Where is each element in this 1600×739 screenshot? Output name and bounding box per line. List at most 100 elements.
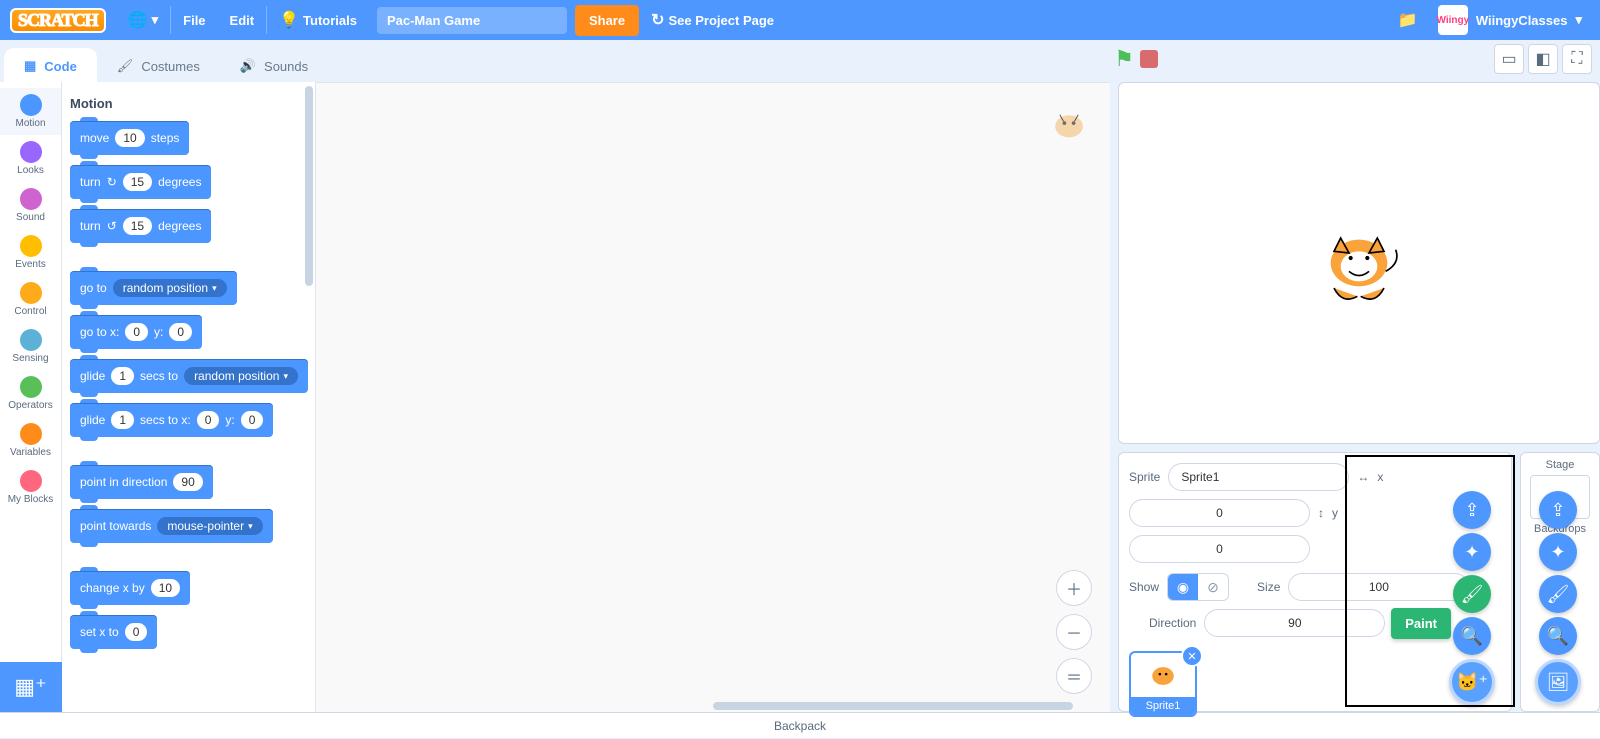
sprite-watermark — [1046, 101, 1092, 147]
account-menu[interactable]: Wiingy WiingyClasses ▾ — [1430, 5, 1590, 35]
main-area: Motion Looks Sound Events ControlSensing Oper… — [0, 82, 1600, 712]
tab-sounds-label: Sounds — [264, 59, 308, 74]
share-button[interactable]: Share — [575, 5, 639, 36]
paint-sprite[interactable]: 🖌 — [1453, 575, 1491, 613]
category-my-blocks[interactable]: My Blocks — [0, 464, 61, 511]
block-glide-to[interactable]: glide1secs torandom position — [70, 359, 308, 393]
sprite-x-input[interactable] — [1129, 499, 1310, 527]
sprite-name-input[interactable] — [1168, 463, 1349, 491]
palette-category-header: Motion — [70, 96, 315, 111]
stage-small[interactable]: ▭ — [1494, 44, 1524, 74]
category-looks[interactable]: Looks — [0, 135, 61, 182]
image-icon: 🖼 — [1547, 672, 1570, 693]
block-point-direction[interactable]: point in direction90 — [70, 465, 213, 499]
upload-backdrop[interactable]: ⇪ — [1539, 491, 1577, 529]
upload-icon: ⇪ — [1550, 500, 1565, 521]
stop-button[interactable] — [1140, 50, 1158, 68]
category-variables[interactable]: Variables — [0, 417, 61, 464]
block-turn-ccw[interactable]: turn↺15degrees — [70, 209, 211, 243]
paint-icon: 🖌 — [1547, 584, 1570, 605]
stage-full[interactable]: ⛶ — [1562, 44, 1592, 74]
tutorials-label: Tutorials — [303, 13, 357, 28]
sprite-size-input[interactable] — [1288, 573, 1469, 601]
paint-backdrop[interactable]: 🖌 — [1539, 575, 1577, 613]
avatar: Wiingy — [1438, 5, 1468, 35]
category-dot — [20, 329, 42, 351]
upload-icon: ⇪ — [1464, 500, 1479, 521]
sprite-tile[interactable]: ✕ Sprite1 — [1129, 651, 1197, 717]
add-extension-button[interactable]: ▦⁺ — [0, 662, 62, 712]
stage-large[interactable]: ◧ — [1528, 44, 1558, 74]
category-label: Operators — [8, 400, 52, 411]
show-hidden[interactable]: ⊘ — [1198, 574, 1228, 600]
choose-sprite[interactable]: 🐱⁺ — [1449, 659, 1495, 705]
block-categories: Motion Looks Sound Events ControlSensing Oper… — [0, 82, 62, 712]
remix-icon: ↻ — [651, 10, 664, 30]
category-dot — [20, 141, 42, 163]
tab-costumes[interactable]: 🖌 Costumes — [97, 48, 220, 82]
choose-backdrop[interactable]: 🖼 — [1535, 659, 1581, 705]
green-flag[interactable]: ⚑ — [1114, 46, 1134, 72]
category-label: Events — [15, 259, 46, 270]
upload-sprite[interactable]: ⇪ — [1453, 491, 1491, 529]
stage-panel: Stage Backdrops 1 ⇪ ✦ 🖌 🔍 🖼 — [1520, 452, 1600, 712]
category-sound[interactable]: Sound — [0, 182, 61, 229]
category-control[interactable]: Control — [0, 276, 61, 323]
sprite-direction-input[interactable] — [1204, 609, 1385, 637]
show-label: Show — [1129, 580, 1159, 594]
file-menu[interactable]: File — [171, 0, 217, 40]
sprite-y-input[interactable] — [1129, 535, 1310, 563]
project-title-input[interactable]: Pac-Man Game — [377, 7, 567, 34]
my-stuff[interactable]: 📁 — [1386, 0, 1430, 40]
block-change-x[interactable]: change x by10 — [70, 571, 190, 605]
surprise-icon: ✦ — [1464, 542, 1479, 563]
language-menu[interactable]: 🌐▾ — [116, 0, 170, 40]
block-point-towards[interactable]: point towardsmouse-pointer — [70, 509, 273, 543]
delete-sprite[interactable]: ✕ — [1181, 645, 1203, 667]
search-backdrop[interactable]: 🔍 — [1539, 617, 1577, 655]
surprise-icon: ✦ — [1550, 542, 1565, 563]
extension-icon: ▦⁺ — [14, 674, 46, 700]
username-label: WiingyClasses — [1476, 13, 1568, 28]
right-column: Sprite ↔ x ↕ y Show ◉ ⊘ Size — [1110, 82, 1600, 712]
block-turn-cw[interactable]: turn↻15degrees — [70, 165, 211, 199]
stage[interactable] — [1118, 82, 1600, 444]
scratch-cat-sprite[interactable] — [1309, 213, 1409, 313]
chevron-down-icon: ▾ — [1575, 12, 1582, 28]
workspace-scrollbar[interactable] — [713, 702, 1073, 710]
editor-tabs: ▦ Code 🖌 Costumes 🔊 Sounds ⚑ ▭ ◧ ⛶ — [0, 40, 1600, 82]
palette-scrollbar[interactable] — [305, 86, 313, 286]
search-sprite[interactable]: 🔍 — [1453, 617, 1491, 655]
see-project-page[interactable]: ↻ See Project Page — [639, 0, 786, 40]
rotate-ccw-icon: ↺ — [107, 219, 117, 233]
block-glide-to-xy[interactable]: glide1secs to x:0y:0 — [70, 403, 273, 437]
tab-sounds[interactable]: 🔊 Sounds — [220, 48, 328, 82]
zoom-reset[interactable]: ＝ — [1056, 658, 1092, 694]
show-visible[interactable]: ◉ — [1168, 574, 1198, 600]
zoom-out[interactable]: － — [1056, 614, 1092, 650]
category-operators[interactable]: Operators — [0, 370, 61, 417]
category-sensing[interactable]: Sensing — [0, 323, 61, 370]
xy-icon: ↔ — [1357, 470, 1369, 484]
menubar: SCRATCH 🌐▾ File Edit 💡 Tutorials Pac-Man… — [0, 0, 1600, 40]
edit-menu[interactable]: Edit — [218, 0, 267, 40]
category-motion[interactable]: Motion — [0, 88, 61, 135]
block-move-steps[interactable]: move10steps — [70, 121, 189, 155]
surprise-sprite[interactable]: ✦ — [1453, 533, 1491, 571]
block-go-to[interactable]: go torandom position — [70, 271, 237, 305]
y-icon: ↕ — [1318, 506, 1324, 520]
block-go-to-xy[interactable]: go to x:0y:0 — [70, 315, 202, 349]
category-label: Looks — [17, 165, 44, 176]
scratch-logo[interactable]: SCRATCH — [10, 8, 106, 33]
tab-code[interactable]: ▦ Code — [4, 48, 97, 82]
paint-tooltip: Paint — [1391, 608, 1451, 639]
category-dot — [20, 235, 42, 257]
zoom-in[interactable]: ＋ — [1056, 570, 1092, 606]
block-set-x[interactable]: set x to0 — [70, 615, 157, 649]
surprise-backdrop[interactable]: ✦ — [1539, 533, 1577, 571]
category-events[interactable]: Events — [0, 229, 61, 276]
tutorials-menu[interactable]: 💡 Tutorials — [267, 0, 369, 40]
block-palette: Motion move10steps turn↻15degrees turn↺1… — [62, 82, 316, 712]
paint-icon: 🖌 — [1461, 584, 1484, 605]
script-workspace[interactable]: ＋ － ＝ — [316, 82, 1110, 712]
